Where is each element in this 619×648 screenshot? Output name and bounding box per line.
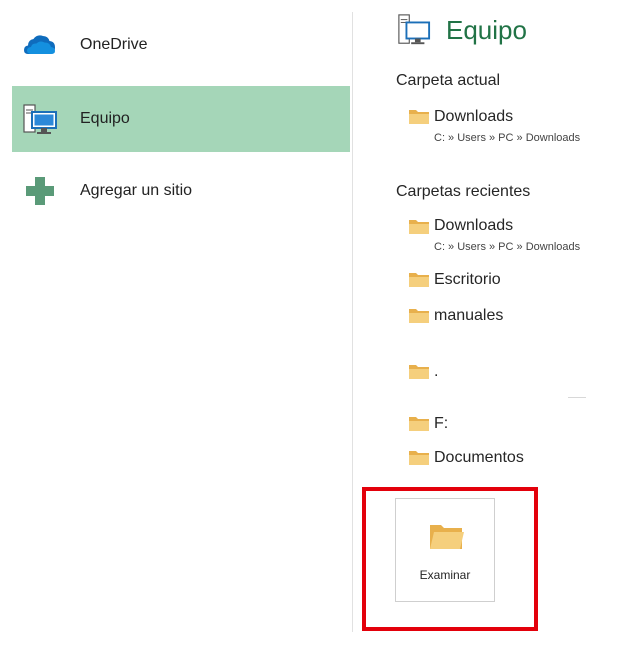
- browse-label: Examinar: [419, 568, 471, 582]
- folder-icon: [409, 309, 429, 323]
- faint-mark: [568, 397, 586, 398]
- folder-name: Downloads: [434, 108, 514, 125]
- folder-icon: [409, 365, 429, 379]
- recent-folder-item[interactable]: Downloads C: » Users » PC » Downloads: [402, 214, 619, 260]
- place-label: Agregar un sitio: [80, 182, 193, 199]
- recent-folder-item[interactable]: .: [402, 360, 619, 386]
- folder-icon: [409, 273, 429, 287]
- folder-icon: [409, 110, 429, 124]
- current-folder-item[interactable]: Downloads C: » Users » PC » Downloads: [402, 104, 619, 150]
- place-onedrive[interactable]: OneDrive: [12, 12, 350, 78]
- open-folder-icon: [430, 525, 464, 549]
- folder-icon: [409, 451, 429, 465]
- place-label: OneDrive: [80, 36, 148, 53]
- computer-icon: [398, 14, 431, 45]
- recent-folder-item[interactable]: F:: [402, 412, 619, 438]
- place-equipo[interactable]: Equipo: [12, 86, 350, 152]
- folder-path: C: » Users » PC » Downloads: [434, 241, 581, 253]
- folder-name: .: [434, 363, 439, 380]
- browse-button[interactable]: Examinar: [395, 498, 495, 602]
- recent-folders-heading: Carpetas recientes: [396, 183, 531, 200]
- onedrive-cloud-icon: [24, 35, 55, 54]
- folder-name: F:: [434, 415, 449, 432]
- folder-name: Escritorio: [434, 271, 501, 288]
- folder-name: manuales: [434, 307, 504, 324]
- recent-folder-item[interactable]: Escritorio: [402, 268, 619, 294]
- folder-icon: [409, 417, 429, 431]
- add-plus-icon: [26, 177, 54, 205]
- folder-name: Downloads: [434, 217, 514, 234]
- folder-icon: [409, 220, 429, 234]
- page-title: Equipo: [446, 15, 527, 45]
- recent-folder-item[interactable]: manuales: [402, 304, 619, 330]
- place-agregar-sitio[interactable]: Agregar un sitio: [12, 158, 350, 224]
- folder-path: C: » Users » PC » Downloads: [434, 132, 581, 144]
- pane-divider: [352, 12, 353, 632]
- current-folder-heading: Carpeta actual: [396, 72, 501, 89]
- places-pane: OneDrive Equipo Agregar un sitio: [0, 0, 352, 648]
- recent-folder-item[interactable]: Documentos: [402, 446, 619, 472]
- computer-icon: [23, 104, 57, 134]
- place-label: Equipo: [80, 110, 130, 127]
- folder-name: Documentos: [434, 449, 524, 466]
